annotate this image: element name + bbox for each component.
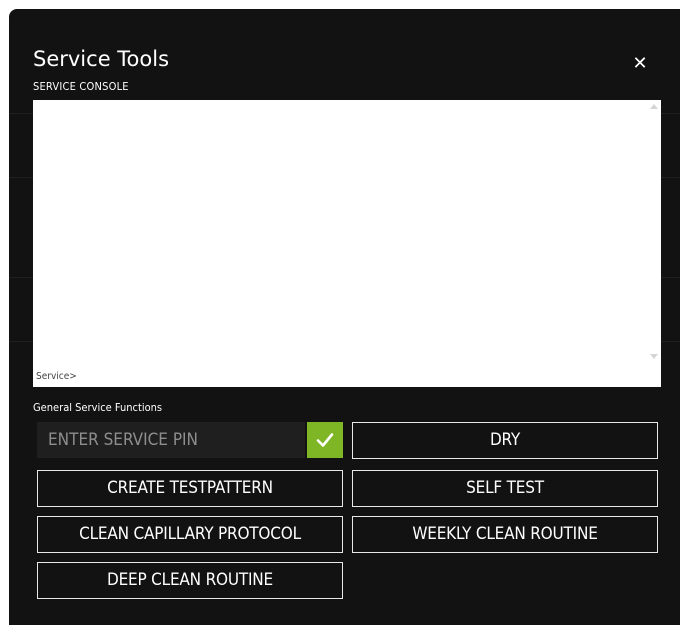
scroll-down-arrow-icon[interactable]: [650, 354, 658, 359]
close-icon[interactable]: ✕: [629, 53, 651, 75]
service-console-label: SERVICE CONSOLE: [33, 80, 129, 93]
self-test-button[interactable]: SELF TEST: [352, 470, 658, 507]
pin-confirm-button[interactable]: [307, 422, 343, 458]
general-service-functions-label: General Service Functions: [33, 401, 163, 414]
console-prompt: Service>: [36, 371, 77, 382]
service-console[interactable]: Service>: [33, 100, 661, 387]
service-pin-row: [37, 422, 343, 458]
deep-clean-routine-button[interactable]: DEEP CLEAN ROUTINE: [37, 562, 343, 599]
service-tools-dialog: Service Tools SERVICE CONSOLE ✕ Service>…: [9, 9, 680, 625]
scroll-up-arrow-icon[interactable]: [650, 104, 658, 109]
dialog-title: Service Tools: [33, 47, 170, 71]
checkmark-icon: [316, 433, 334, 447]
console-scrollbar[interactable]: [647, 100, 661, 387]
service-pin-input[interactable]: [37, 422, 305, 458]
weekly-clean-routine-button[interactable]: WEEKLY CLEAN ROUTINE: [352, 516, 658, 553]
dry-button[interactable]: DRY: [352, 422, 658, 459]
create-testpattern-button[interactable]: CREATE TESTPATTERN: [37, 470, 343, 507]
clean-capillary-protocol-button[interactable]: CLEAN CAPILLARY PROTOCOL: [37, 516, 343, 553]
